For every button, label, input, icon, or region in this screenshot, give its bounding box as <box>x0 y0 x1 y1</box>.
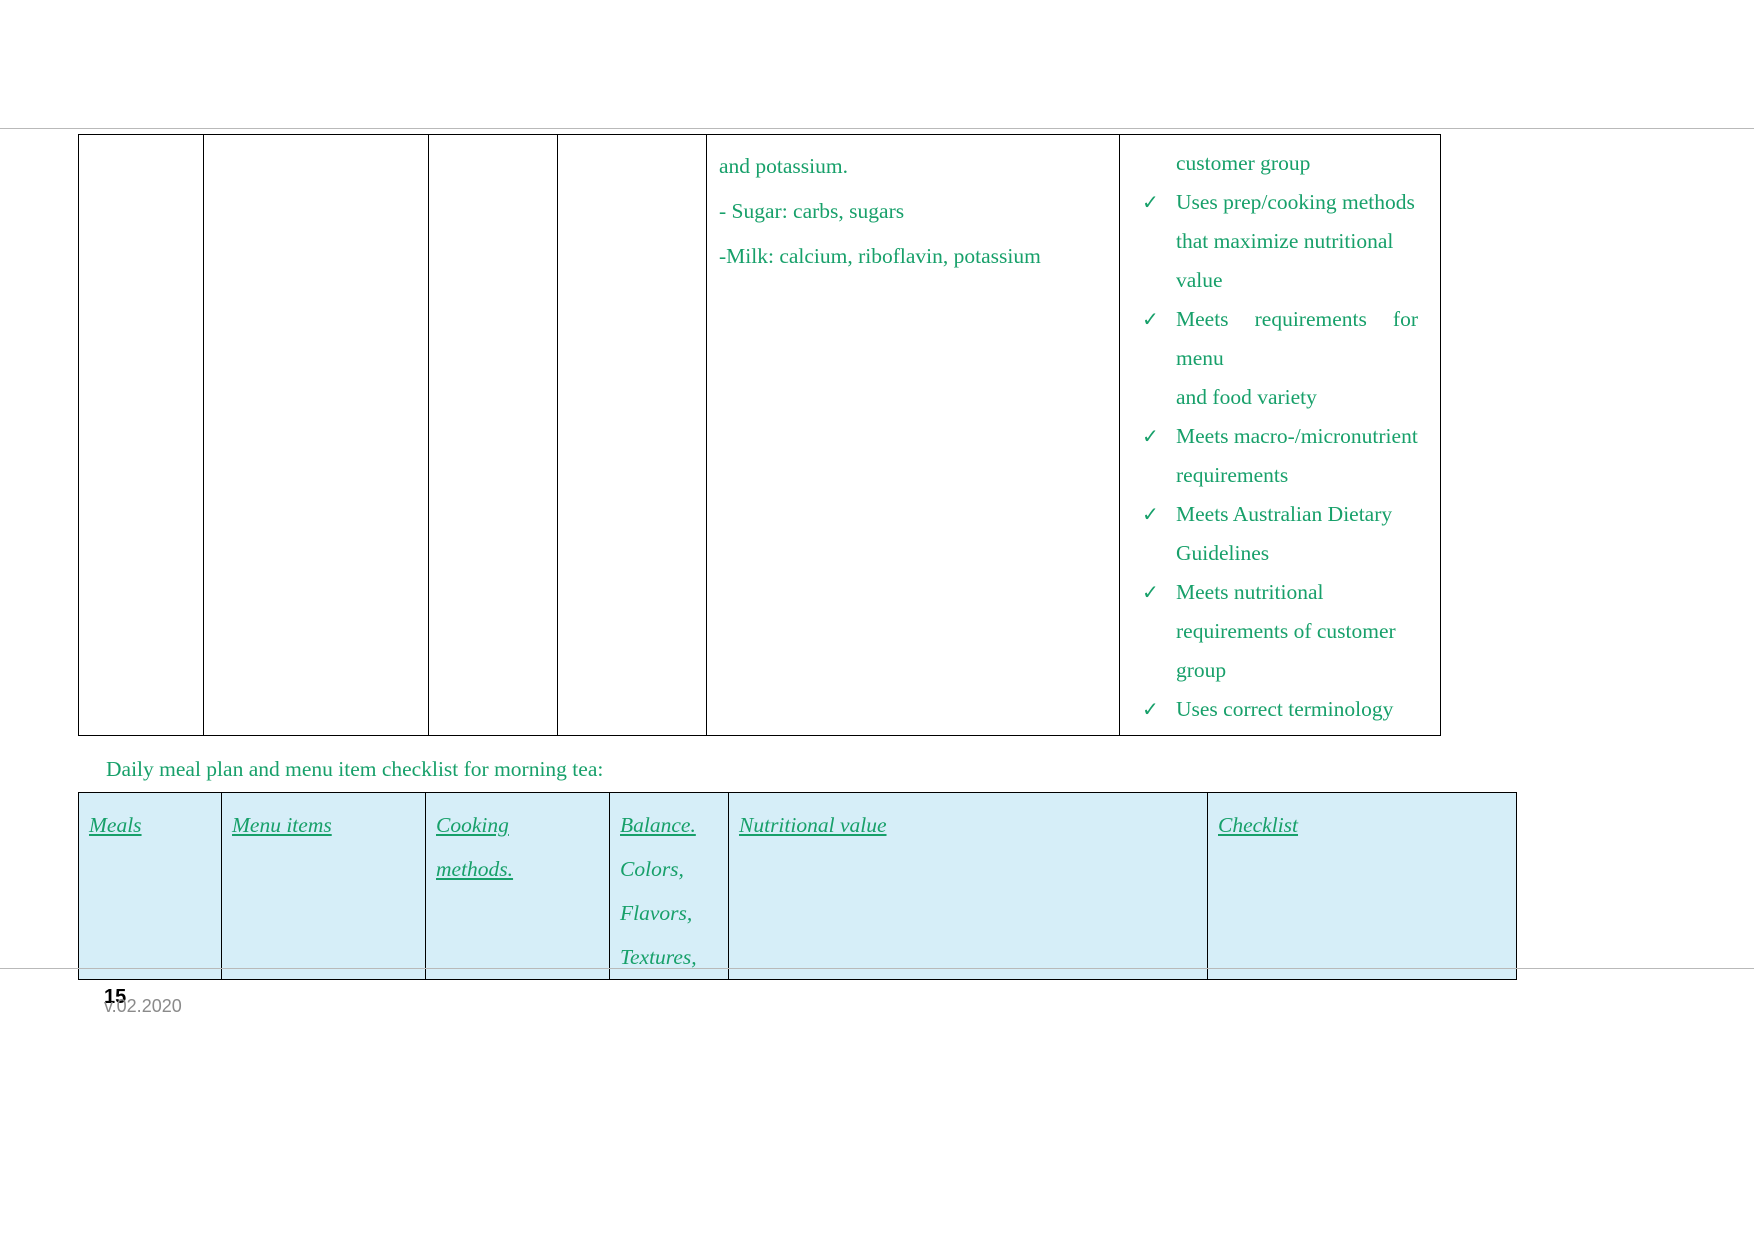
checklist-item-line: Uses correct terminology <box>1176 697 1394 721</box>
check-icon: ✓ <box>1142 424 1159 448</box>
check-icon: ✓ <box>1142 307 1159 331</box>
checklist-item-line: that maximize nutritional <box>1176 229 1394 253</box>
check-icon: ✓ <box>1142 697 1159 721</box>
table2-header-menu-items: Menu items <box>221 792 426 980</box>
morning-tea-checklist-table: Meals Menu items Cooking methods. Balanc… <box>78 792 1517 980</box>
header-subline: methods. <box>436 857 514 881</box>
checklist-item-line: Meets requirements for menu <box>1176 307 1418 370</box>
checklist-item-line: Meets nutritional <box>1176 580 1324 604</box>
checklist-item-line: requirements <box>1176 463 1289 487</box>
header-separator-rule <box>0 128 1754 129</box>
checklist-item-line: group <box>1176 658 1227 682</box>
page-footer: 15 v.02.2020 <box>104 985 504 1025</box>
checklist-item-line: Guidelines <box>1176 541 1270 565</box>
balance-cell-empty <box>557 134 707 736</box>
checklist-item-line: value <box>1176 268 1223 292</box>
table-row: and potassium. - Sugar: carbs, sugars -M… <box>78 134 1441 736</box>
checklist-item: ✓ Meets requirements for menu and food v… <box>1142 300 1418 417</box>
checklist-item: ✓ Meets macro-/micronutrient requirement… <box>1142 417 1418 495</box>
table2-header-meals: Meals <box>78 792 222 980</box>
meals-cell-empty <box>78 134 204 736</box>
nutritional-line-1: - Sugar: carbs, sugars <box>719 199 905 223</box>
document-page: and potassium. - Sugar: carbs, sugars -M… <box>0 0 1754 1241</box>
header-label: Nutritional value <box>739 813 887 837</box>
checklist-item: ✓ Uses prep/cooking methods that maximize… <box>1142 183 1418 300</box>
header-label: Cooking <box>436 813 509 837</box>
footer-separator-rule <box>0 968 1754 969</box>
checklist-item: ✓ Meets Australian Dietary Guidelines <box>1142 495 1418 573</box>
meal-plan-table-continued: and potassium. - Sugar: carbs, sugars -M… <box>78 134 1441 736</box>
header-subline: Textures, <box>620 945 697 969</box>
checklist-item: ✓ Uses correct terminology <box>1142 690 1418 729</box>
check-icon: ✓ <box>1142 502 1159 526</box>
checklist-continuation-line: customer group <box>1176 151 1311 175</box>
checklist-item-line: Meets Australian Dietary <box>1176 502 1393 526</box>
cooking-methods-cell-empty <box>428 134 558 736</box>
header-subline: Colors, <box>620 857 684 881</box>
checklist-cell: customer group ✓ Uses prep/cooking metho… <box>1119 134 1441 736</box>
table-header-row: Meals Menu items Cooking methods. Balanc… <box>78 792 1517 980</box>
document-version: v.02.2020 <box>104 996 182 1016</box>
header-label: Checklist <box>1218 813 1299 837</box>
check-icon: ✓ <box>1142 580 1159 604</box>
header-label: Balance. <box>620 813 696 837</box>
menu-items-cell-empty <box>203 134 429 736</box>
header-label: Menu items <box>232 813 332 837</box>
header-label: Meals <box>89 813 142 837</box>
check-icon: ✓ <box>1142 190 1159 214</box>
table2-header-nutritional-value: Nutritional value <box>728 792 1208 980</box>
checklist-item-line: Uses prep/cooking methods <box>1176 190 1415 214</box>
checklist-item-line: requirements of customer <box>1176 619 1396 643</box>
checklist-item: ✓ Meets nutritional requirements of cust… <box>1142 573 1418 690</box>
checklist-item-line: and food variety <box>1176 385 1317 409</box>
table2-caption: Daily meal plan and menu item checklist … <box>106 757 604 781</box>
header-subline: Flavors, <box>620 901 693 925</box>
nutritional-value-cell: and potassium. - Sugar: carbs, sugars -M… <box>706 134 1120 736</box>
table2-header-cooking-methods: Cooking methods. <box>425 792 610 980</box>
checklist-items: customer group ✓ Uses prep/cooking metho… <box>1132 144 1428 729</box>
checklist-item-line: Meets macro-/micronutrient <box>1176 424 1418 448</box>
table2-header-checklist: Checklist <box>1207 792 1517 980</box>
nutritional-line-0: and potassium. <box>719 154 848 178</box>
table2-header-balance: Balance. Colors, Flavors, Textures, <box>609 792 729 980</box>
nutritional-line-2: -Milk: calcium, riboflavin, potassium <box>719 244 1041 268</box>
